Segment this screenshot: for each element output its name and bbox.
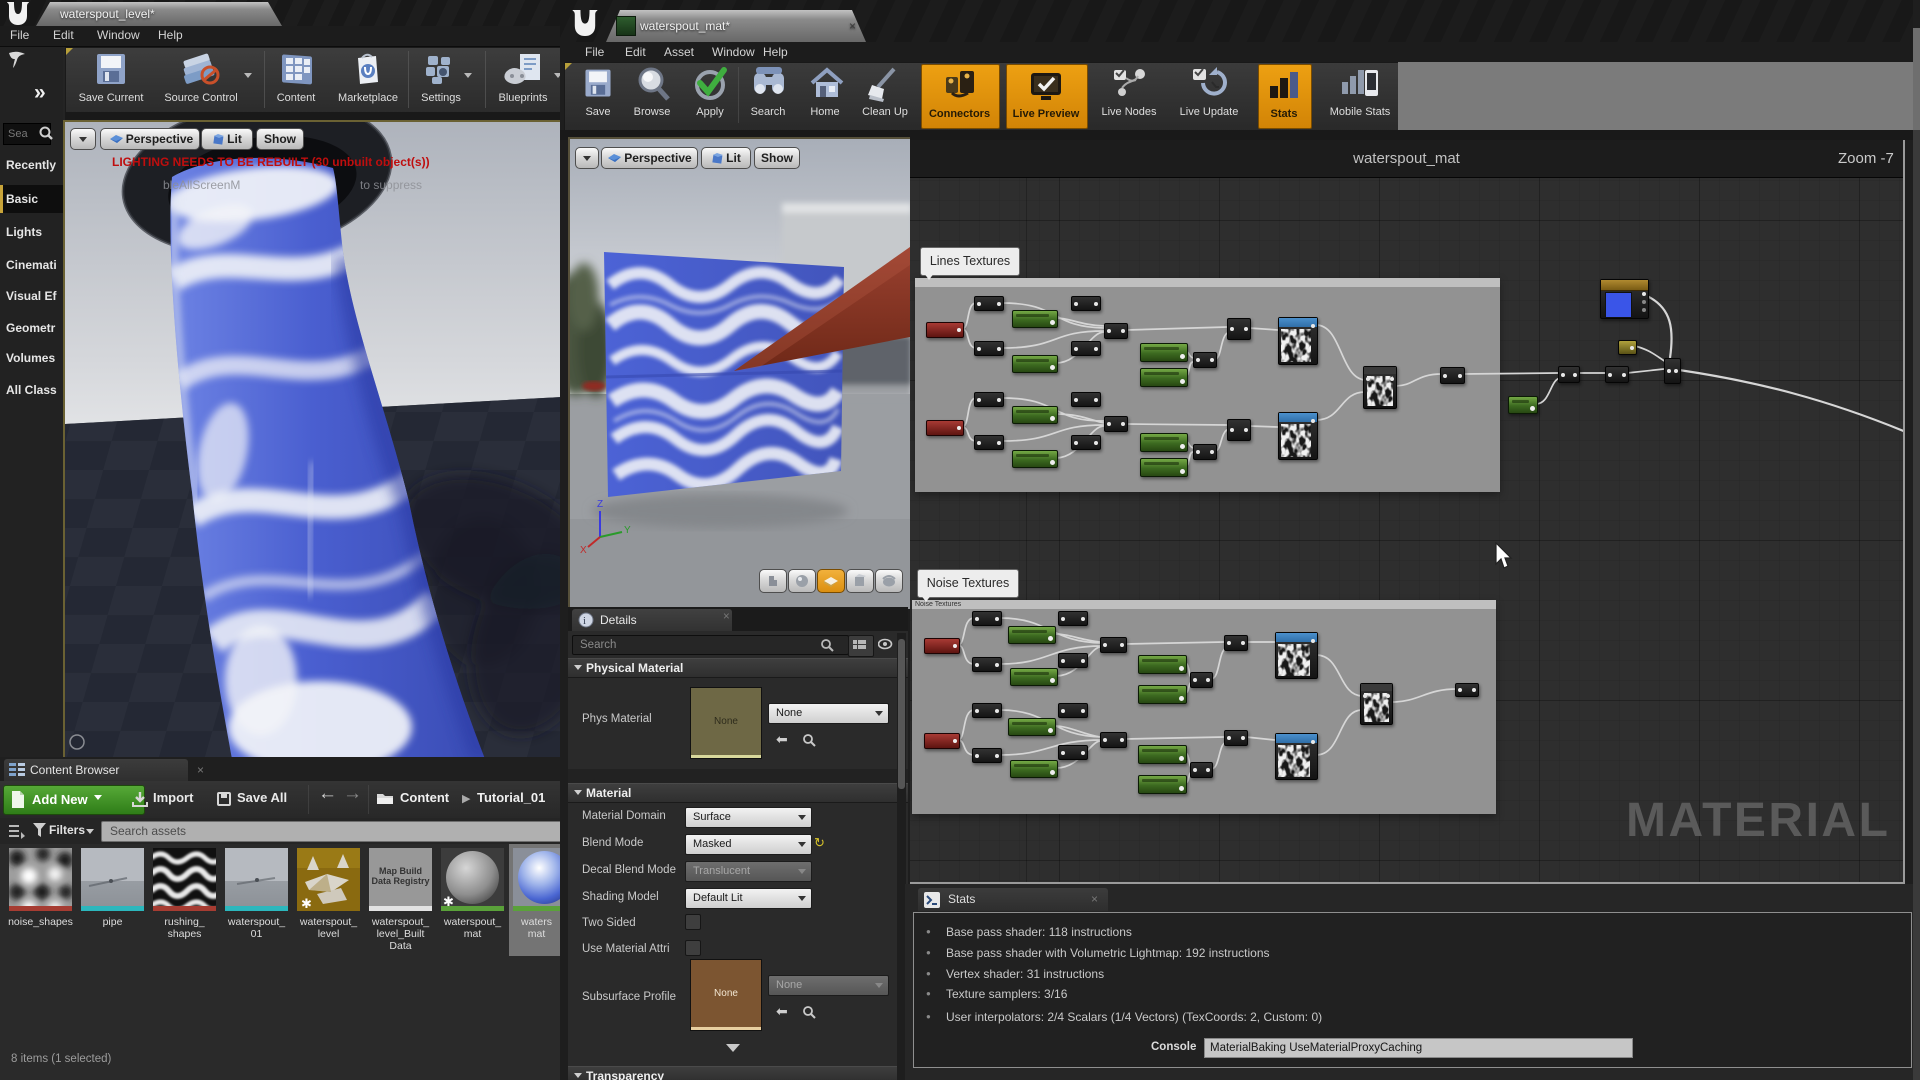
svg-text:i: i (583, 615, 586, 627)
svg-text:✱: ✱ (301, 896, 312, 911)
svg-text:Y: Y (624, 525, 631, 536)
svg-text:Z: Z (597, 499, 603, 510)
svg-text:X: X (580, 545, 587, 556)
